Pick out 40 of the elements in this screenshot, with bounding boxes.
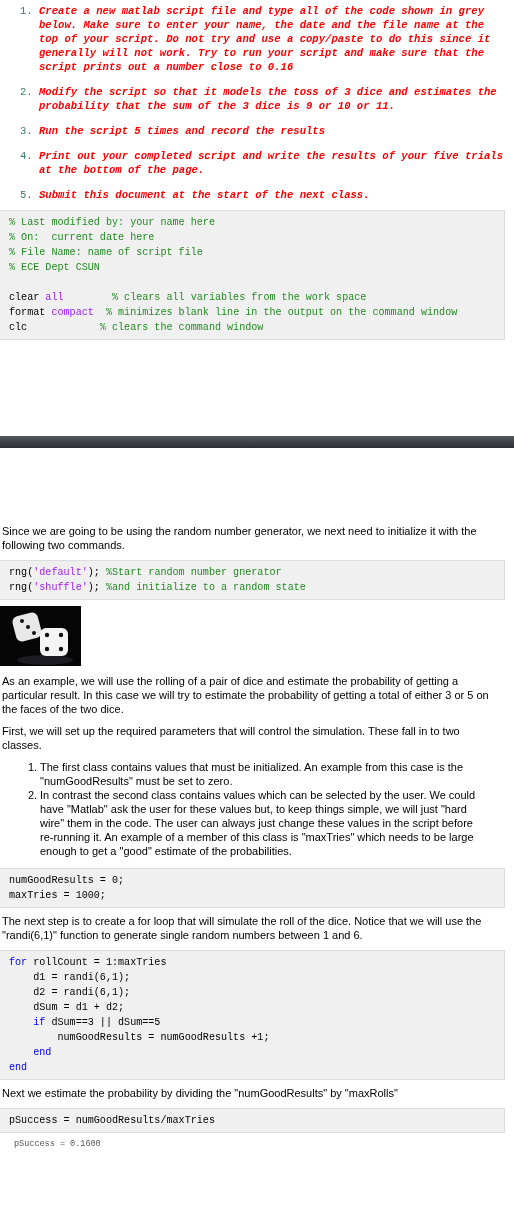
code-line: % ECE Dept CSUN <box>9 261 100 275</box>
instruction-text: Submit this document at the start of the next class. <box>39 188 371 202</box>
list-number: 4. <box>20 149 34 164</box>
instruction-text: Modify the script so that it models the toss of 3 dice and estimates the probability that the sum of the 3 dice is 9 or 10 or 11. <box>39 85 498 113</box>
code-line: numGoodResults = 0; <box>9 874 125 888</box>
paragraph: Since we are going to be using the random number generator, we next need to initialize it with the following two commands. <box>2 524 478 552</box>
code-line: numGoodResults = numGoodResults +1; <box>56 1031 270 1045</box>
code-line: d2 = randi(6,1); <box>32 986 131 1000</box>
code-line: pSuccess = numGoodResults/maxTries <box>9 1114 215 1128</box>
code-line: maxTries = 1000; <box>9 889 106 903</box>
output-text: pSuccess = 0.1600 <box>14 1139 101 1149</box>
paragraph: First, we will set up the required parameters that will control the simulation. These fall in to two classes. <box>2 724 461 752</box>
code-line: % File Name: name of script file <box>9 246 203 260</box>
code-line: end <box>32 1046 52 1060</box>
code-line: % On: current date here <box>9 231 155 245</box>
code-line: rng('default'); %Start random number gnerator <box>9 566 282 580</box>
code-line: for rollCount = 1:maxTries <box>9 956 167 970</box>
list-item-text: In contrast the second class contains values which can be selected by the user. We could have "Matlab" ask the user for these values but, to keep things simple, we will just "hard wire" them in the code. The user can always just change these values in the script before re-running it. An example of a member of this class is "maxTries" which needs to be large enough to get a "good" estimate of the probabilities. <box>39 788 477 858</box>
instruction-text: Run the script 5 times and record the results <box>39 124 327 138</box>
paragraph: The next step is to create a for loop that will simulate the roll of the dice. Notice that we will use the "randi(6,1)" function to generate single random numbers between 1 and 6. <box>2 914 483 942</box>
code-line: dSum = d1 + d2; <box>32 1001 125 1015</box>
code-line: rng('shuffle'); %and initialize to a random state <box>9 581 306 595</box>
list-number: 3. <box>20 124 34 138</box>
list-number: 1. <box>20 4 34 19</box>
code-line: if dSum==3 || dSum==5 <box>32 1016 161 1030</box>
code-line: end <box>9 1061 28 1075</box>
code-line: format compact % minimizes blank line in the output on the command window <box>9 306 458 320</box>
list-item-text: The first class contains values that must be initialized. An example from this case is the "numGoodResults" must be set to zero. <box>39 760 465 788</box>
code-line: clc % clears the command window <box>9 321 264 335</box>
code-line: % Last modified by: your name here <box>9 216 215 230</box>
list-number: 1. <box>28 760 39 775</box>
instruction-text: Create a new matlab script file and type all of the code shown in grey below. Make sure to enter your name, the date and the file name at the top of your script. Do not try and use a copy/paste to do this since it generally will not work. Try to run your script and make sure that the script prints out a number close to 0.16 <box>39 4 492 74</box>
paragraph: Next we estimate the probability by dividing the "numGoodResults" by "maxRolls" <box>2 1086 399 1100</box>
list-number: 2. <box>28 788 39 803</box>
list-number: 5. <box>20 188 34 202</box>
code-line: clear all % clears all variables from the work space <box>9 291 367 305</box>
code-line: d1 = randi(6,1); <box>32 971 131 985</box>
paragraph: As an example, we will use the rolling of a pair of dice and estimate the probability of getting a particular result. In this case we will try to estimate the probability of getting a total of either 3 or 5 on the faces of the two dice. <box>2 674 490 716</box>
list-number: 2. <box>20 85 34 100</box>
instruction-text: Print out your completed script and write the results of your five trials at the bottom of the page. <box>39 149 505 177</box>
